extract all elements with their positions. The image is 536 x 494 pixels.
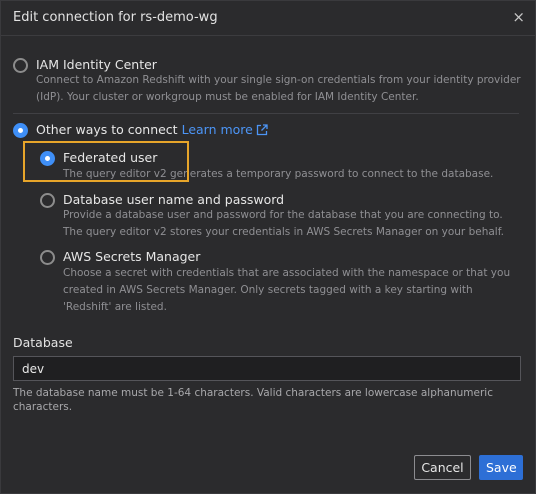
options-divider [13,113,519,114]
option-label-other-ways: Other ways to connect Learn more [36,122,268,137]
option-desc-dbuser-line1: Provide a database user and password for… [63,209,503,221]
database-help-text: The database name must be 1-64 character… [13,387,493,413]
option-desc-secrets-line1: Choose a secret with credentials that ar… [63,267,511,279]
learn-more-link[interactable]: Learn more [182,122,268,137]
option-desc-dbuser-line2: The query editor v2 stores your credenti… [63,226,504,238]
option-label-database-user[interactable]: Database user name and password [63,192,284,207]
option-desc-iam-line1: Connect to Amazon Redshift with your sin… [36,74,521,86]
other-ways-label[interactable]: Other ways to connect [36,122,178,137]
option-label-iam-identity-center[interactable]: IAM Identity Center [36,57,157,72]
radio-iam-identity-center[interactable] [13,58,28,73]
external-link-icon [256,124,268,136]
radio-other-ways[interactable] [13,123,28,138]
close-icon[interactable]: × [512,8,525,26]
edit-connection-dialog: Edit connection for rs-demo-wg × IAM Ide… [0,0,536,494]
cancel-button[interactable]: Cancel [414,455,471,480]
option-desc-iam-line2: (IdP). Your cluster or workgroup must be… [36,91,419,103]
database-input[interactable] [13,356,521,381]
dialog-header: Edit connection for rs-demo-wg × [1,1,535,36]
option-label-secrets-manager[interactable]: AWS Secrets Manager [63,249,200,264]
database-label: Database [13,335,73,350]
radio-secrets-manager[interactable] [40,250,55,265]
radio-database-user[interactable] [40,193,55,208]
highlight-box [23,141,189,182]
option-desc-secrets-line3: 'Redshift' are listed. [63,301,167,313]
option-desc-secrets-line2: created in AWS Secrets Manager. Only sec… [63,284,473,296]
learn-more-label[interactable]: Learn more [182,122,253,137]
save-button[interactable]: Save [479,455,523,480]
dialog-title: Edit connection for rs-demo-wg [13,10,218,25]
